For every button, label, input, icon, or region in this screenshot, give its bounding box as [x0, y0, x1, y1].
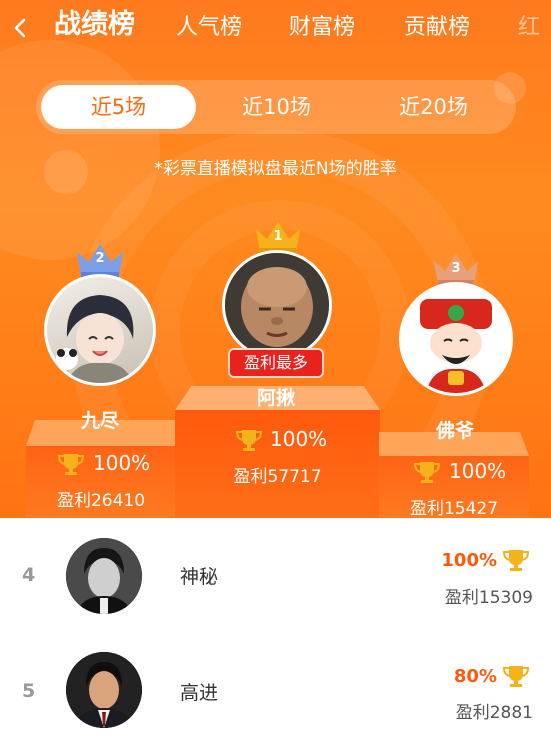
tab-red[interactable]: 红: [518, 12, 540, 44]
win-rate: 80%: [453, 666, 497, 687]
avatar[interactable]: [66, 538, 142, 614]
list-item[interactable]: 5 高进 80% 盈利2881: [0, 632, 551, 742]
trophy-icon: [503, 666, 529, 687]
filter-last-10[interactable]: 近10场: [199, 85, 354, 129]
win-rate-third: 100%: [449, 459, 507, 483]
avatar-third[interactable]: [399, 282, 513, 396]
list-item[interactable]: 4 神秘 100% 盈利15309: [0, 518, 551, 630]
name-third: 佛爷: [435, 420, 474, 442]
win-rate-note: *彩票直播模拟盘最近N场的胜率: [154, 159, 397, 179]
name-second: 九尽: [80, 410, 119, 432]
crown-gold-icon: 1: [253, 220, 303, 254]
profit-first: 盈利57717: [233, 467, 322, 487]
tab-popularity[interactable]: 人气榜: [176, 12, 242, 44]
bald-boy-avatar-icon: [225, 253, 329, 357]
crown-bronze-icon: 3: [431, 252, 481, 286]
top-profit-badge: 盈利最多: [228, 348, 324, 378]
rank-number: 4: [22, 564, 36, 586]
crown-silver-icon: 2: [73, 242, 127, 278]
trophy-icon: [236, 430, 262, 451]
rank-number: 5: [22, 680, 36, 702]
win-rate-second: 100%: [93, 451, 151, 475]
leaderboard-header: 战绩榜 人气榜 财富榜 贡献榜 红 近5场 近10场 近20场 *彩票直播模拟盘…: [0, 0, 551, 518]
tab-wealth[interactable]: 财富榜: [289, 12, 355, 44]
user-name: 高进: [180, 682, 219, 704]
name-first: 阿揪: [256, 387, 295, 409]
avatar-second[interactable]: [44, 274, 156, 386]
chevron-left-icon: [14, 18, 26, 38]
period-filter: 近5场 近10场 近20场: [36, 80, 516, 134]
suit-man-avatar-icon: [66, 652, 142, 728]
god-of-wealth-avatar-icon: [420, 299, 492, 393]
tab-record[interactable]: 战绩榜: [54, 9, 135, 41]
user-name: 神秘: [180, 566, 219, 588]
tab-contribution[interactable]: 贡献榜: [404, 12, 470, 44]
avatar-first[interactable]: [222, 250, 332, 360]
anime-boy-avatar-icon: [56, 295, 134, 383]
back-button[interactable]: [6, 12, 34, 44]
profit: 盈利2881: [455, 703, 533, 723]
win-rate: 100%: [441, 550, 497, 571]
trophy-icon: [58, 454, 84, 475]
profit-third: 盈利15427: [409, 499, 499, 518]
filter-last-20[interactable]: 近20场: [356, 85, 511, 129]
trophy-icon: [414, 462, 440, 483]
profit-second: 盈利26410: [56, 491, 146, 511]
profit: 盈利15309: [444, 588, 533, 608]
avatar[interactable]: [66, 652, 142, 728]
top-nav: 战绩榜 人气榜 财富榜 贡献榜 红: [0, 0, 551, 58]
trophy-icon: [503, 550, 529, 571]
filter-last-5[interactable]: 近5场: [41, 85, 196, 129]
man-photo-avatar-icon: [66, 538, 142, 614]
win-rate-first: 100%: [270, 427, 328, 451]
